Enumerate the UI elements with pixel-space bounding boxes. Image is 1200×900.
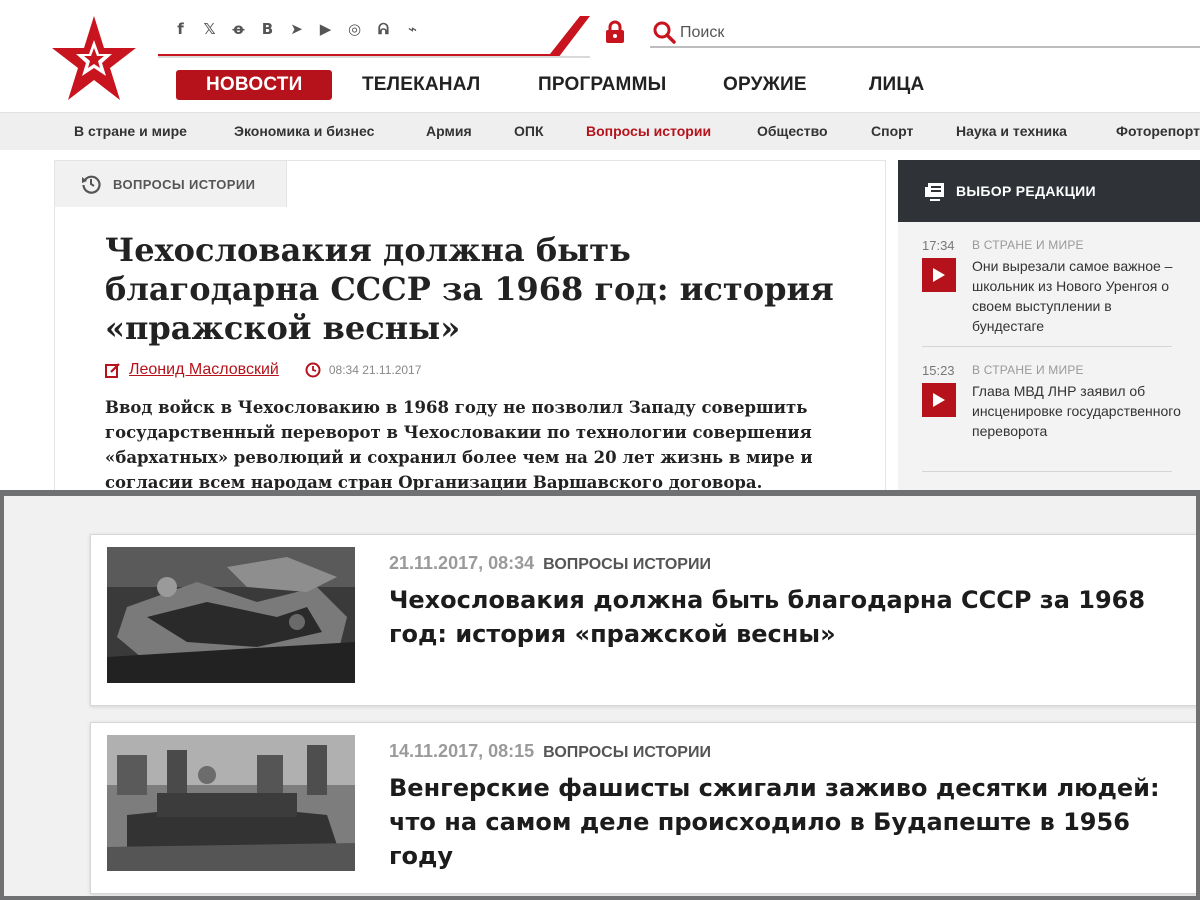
editors-choice-panel: ВЫБОР РЕДАКЦИИ 17:34 В СТРАНЕ И МИРЕ Они… [898,160,1200,490]
editors-pick-item[interactable]: 17:34 В СТРАНЕ И МИРЕ Они вырезали самое… [922,238,1172,348]
article-title: Чехословакия должна быть благодарна СССР… [105,231,834,347]
editors-choice-title: ВЫБОР РЕДАКЦИИ [956,183,1096,199]
article-thumbnail[interactable] [107,735,355,871]
list-item-date: 21.11.2017, 08:34 [389,553,535,573]
twitter-icon[interactable]: 𝕏 [195,18,224,40]
clock-icon [305,362,321,378]
list-item-title[interactable]: Чехословакия должна быть благодарна СССР… [389,583,1189,651]
play-icon[interactable] [922,258,956,292]
category-world[interactable]: В стране и мире [74,113,187,149]
nav-item-news[interactable]: НОВОСТИ [176,70,333,100]
rubric-tab[interactable]: ВОПРОСЫ ИСТОРИИ [55,161,287,207]
category-economy[interactable]: Экономика и бизнес [234,113,374,149]
article-card: ВОПРОСЫ ИСТОРИИ Чехословакия должна быть… [54,160,886,490]
category-nav: В стране и мире Экономика и бизнес Армия… [0,112,1200,150]
publish-date: 08:34 21.11.2017 [328,363,422,377]
nav-item-programs[interactable]: ПРОГРАММЫ [538,70,666,100]
article-list-item[interactable]: 21.11.2017, 08:34 ВОПРОСЫ ИСТОРИИ Чехосл… [90,534,1196,706]
list-item-meta: 14.11.2017, 08:15 ВОПРОСЫ ИСТОРИИ [389,741,711,762]
pick-separator [922,471,1172,472]
play-icon[interactable] [922,383,956,417]
social-links: f 𝕏ꝋ B ➤ ▶ ◎ ᕱ ⌁ [166,18,427,40]
category-science[interactable]: Наука и техника [956,113,1067,149]
category-opk[interactable]: ОПК [514,113,544,149]
category-sport[interactable]: Спорт [871,113,913,149]
category-history[interactable]: Вопросы истории [586,113,711,149]
lock-icon[interactable] [604,20,626,44]
nav-item-tv-channel[interactable]: ТЕЛЕКАНАЛ [362,70,480,100]
search-input[interactable] [680,22,1180,44]
editors-pick-item[interactable]: 15:23 В СТРАНЕ И МИРЕ Глава МВД ЛНР заяв… [922,363,1181,473]
list-item-date: 14.11.2017, 08:15 [389,741,535,761]
vkontakte-icon[interactable]: B [253,18,282,40]
article-lead: Ввод войск в Чехословакию в 1968 году не… [105,398,813,490]
instagram-icon[interactable]: ◎ [340,18,369,40]
facebook-icon[interactable]: f [166,18,195,40]
pick-tag: В СТРАНЕ И МИРЕ [972,238,1084,252]
pick-headline[interactable]: Глава МВД ЛНР заявил об инсценировке гос… [972,381,1182,441]
author-edit-icon [105,363,120,378]
article-list-item[interactable]: 14.11.2017, 08:15 ВОПРОСЫ ИСТОРИИ Венгер… [90,722,1196,894]
article-page-screenshot: f𝕏ꝋB➤▶◎ᕱ⌁ НОВОСТИ ТЕЛЕКАНАЛ ПРОГРАММЫ ОР… [0,0,1200,490]
article-meta: Леонид Масловский 08:34 21.11.2017 [105,359,421,381]
search-icon[interactable] [652,20,676,44]
category-army[interactable]: Армия [426,113,472,149]
article-thumbnail[interactable] [107,547,355,683]
odnoklassniki-icon[interactable]: ꝋ [224,18,253,40]
rss-icon[interactable]: ⌁ [398,18,427,40]
list-item-meta: 21.11.2017, 08:34 ВОПРОСЫ ИСТОРИИ [389,553,711,574]
pick-separator [922,346,1172,347]
nav-item-weapons[interactable]: ОРУЖИЕ [723,70,807,100]
search-bar [650,18,1200,48]
nav-item-faces[interactable]: ЛИЦА [869,70,924,100]
author-link[interactable]: Леонид Масловский [129,361,279,379]
pick-headline[interactable]: Они вырезали самое важное – школьник из … [972,256,1182,336]
pick-tag: В СТРАНЕ И МИРЕ [972,363,1084,377]
article-list-screenshot: 21.11.2017, 08:34 ВОПРОСЫ ИСТОРИИ Чехосл… [0,496,1200,900]
editors-choice-header: ВЫБОР РЕДАКЦИИ [898,160,1200,222]
telegram-icon[interactable]: ➤ [282,18,311,40]
star-logo-icon[interactable] [52,14,136,102]
list-item-rubric[interactable]: ВОПРОСЫ ИСТОРИИ [543,556,711,573]
pick-time: 15:23 [922,363,955,378]
list-item-rubric[interactable]: ВОПРОСЫ ИСТОРИИ [543,744,711,761]
category-society[interactable]: Общество [757,113,828,149]
rubric-label: ВОПРОСЫ ИСТОРИИ [113,176,256,192]
list-item-title[interactable]: Венгерские фашисты сжигали заживо десятк… [389,771,1189,873]
yandex-zen-icon[interactable]: ᕱ [369,18,398,40]
youtube-icon[interactable]: ▶ [311,18,340,40]
main-nav: НОВОСТИ ТЕЛЕКАНАЛ ПРОГРАММЫ ОРУЖИЕ ЛИЦА [176,70,936,100]
history-clock-icon [82,175,101,194]
newspaper-icon [925,183,944,201]
category-photo[interactable]: Фоторепортаж [1116,113,1200,149]
pick-time: 17:34 [922,238,955,253]
